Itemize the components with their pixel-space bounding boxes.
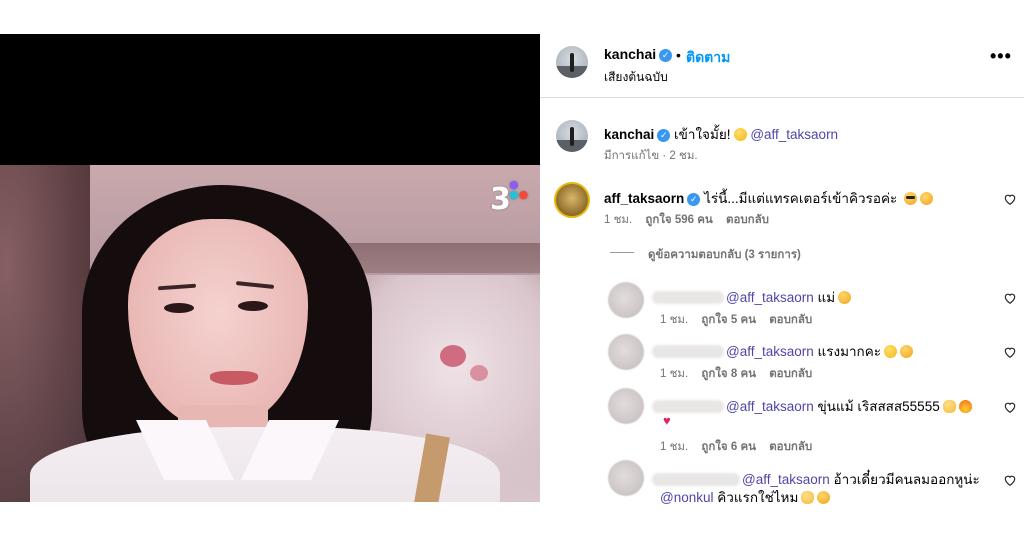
reply-avatar[interactable] [608,282,644,318]
video-frame [0,165,540,502]
video-player[interactable]: 3 ● ●● [0,34,540,502]
clapping-emoji-icon [942,400,956,413]
reply-text-line2: @nonkul คิวแรกใช่ไหม [660,486,831,508]
reply-body: แม่ [817,290,836,305]
reply-text: @aff_taksaorn แม่ [652,286,852,308]
comment-meta: 1 ชม. ถูกใจ 596 คน ตอบกลับ [604,211,779,229]
commenter-avatar[interactable] [554,182,590,218]
comment-username[interactable]: aff_taksaorn [604,191,684,206]
like-heart-icon[interactable] [1003,291,1017,305]
reply-button[interactable]: ตอบกลับ [769,314,812,326]
caption-body: เข้าใจมั้ย! [674,127,731,142]
author-username[interactable]: kanchai ✓ [604,46,673,62]
reply-body: แรงมากคะ [817,344,882,359]
more-options-icon[interactable]: ••• [990,46,1012,67]
reply-mention[interactable]: @aff_taksaorn [726,290,814,305]
reply-meta: 1 ชม. ถูกใจ 5 คน ตอบกลับ [660,311,822,329]
face-emoji-icon [884,345,898,358]
giggle-emoji-icon [920,192,934,205]
caption-text: kanchai ✓ เข้าใจมั้ย! @aff_taksaorn [604,123,838,145]
post-panel: kanchai ✓ • ติดตาม เสียงต้นฉบับ ••• kanch… [540,34,1024,505]
reply-button[interactable]: ตอบกลับ [726,214,769,226]
reply-likes-link[interactable]: ถูกใจ 5 คน [701,314,756,326]
caption-meta: มีการแก้ไข · 2 ชม. [604,150,698,162]
verified-badge-icon: ✓ [687,193,701,206]
channel-logo: 3 ● ●● [490,178,529,217]
laughing-emoji-icon [838,291,852,304]
follow-button[interactable]: ติดตาม [686,47,730,69]
reply-avatar[interactable] [608,460,644,496]
reply-likes-link[interactable]: ถูกใจ 8 คน [701,368,756,380]
reply-text: @aff_taksaorn ขุ่นแม้ เริสสสส55555 [652,395,972,417]
comment-time: 1 ชม. [604,214,633,226]
reply-time: 1 ชม. [660,314,689,326]
reply-time: 1 ชม. [660,441,689,453]
laughing-emoji-icon [733,128,747,141]
view-replies-button[interactable]: ดูข้อความตอบกลับ (3 รายการ) [648,246,801,264]
verified-badge-icon: ✓ [657,129,671,142]
reply-body-2: คิวแรกใช่ไหม [717,490,799,505]
background-flower [440,345,466,367]
comment-body: ไร่นี้...มีแต่แทรคเตอร์เข้าคิวรอค่ะ [704,191,898,206]
caption-username[interactable]: kanchai [604,127,654,142]
reply-text-line2: ♥ [660,413,671,428]
reply-body: ขุ่นแม้ เริสสสส55555 [817,399,940,414]
tongue-emoji-icon [900,345,914,358]
blurred-username [652,291,724,304]
verified-badge-icon: ✓ [659,49,673,62]
like-heart-icon[interactable] [1003,473,1017,487]
sunglasses-emoji-icon [904,192,918,205]
reply-button[interactable]: ตอบกลับ [769,368,812,380]
replies-line [610,252,634,253]
reply-mention[interactable]: @aff_taksaorn [742,472,830,487]
author-avatar[interactable] [556,46,588,78]
reply-meta: 1 ชม. ถูกใจ 8 คน ตอบกลับ [660,365,822,383]
blurred-username [652,345,724,358]
comment-text: aff_taksaorn ✓ ไร่นี้...มีแต่แทรคเตอร์เข้… [604,187,934,209]
original-audio-link[interactable]: เสียงต้นฉบับ [604,68,668,87]
blurred-username [652,400,724,413]
reply-mention[interactable]: @aff_taksaorn [726,344,814,359]
header-separator: • [676,47,681,63]
video-letterbox [0,34,540,165]
reply-avatar[interactable] [608,334,644,370]
reply-meta: 1 ชม. ถูกใจ 6 คน ตอบกลับ [660,438,822,456]
author-username-text: kanchai [604,46,657,62]
reply-mention[interactable]: @aff_taksaorn [726,399,814,414]
caption-avatar[interactable] [556,120,588,152]
fire-emoji-icon [958,400,972,413]
raised-hands-emoji-icon [801,491,815,504]
like-heart-icon[interactable] [1003,192,1017,206]
reply-likes-link[interactable]: ถูกใจ 6 คน [701,441,756,453]
like-heart-icon[interactable] [1003,345,1017,359]
reply-avatar[interactable] [608,388,644,424]
caption-mention[interactable]: @aff_taksaorn [750,127,838,142]
reply-button[interactable]: ตอบกลับ [769,441,812,453]
header-divider [540,97,1024,98]
like-heart-icon[interactable] [1003,400,1017,414]
reply-time: 1 ชม. [660,368,689,380]
reply-body: อ้าวเดี๋ยวมีคนลมออกหูน่ะ [833,472,980,487]
comment-likes-link[interactable]: ถูกใจ 596 คน [645,214,712,226]
giggle-emoji-icon [817,491,831,504]
reply-mention-2[interactable]: @nonkul [660,490,714,505]
background-flower [470,365,488,381]
reply-text: @aff_taksaorn แรงมากคะ [652,340,914,362]
red-heart-emoji-icon: ♥ [663,413,671,428]
blurred-username [652,473,740,486]
